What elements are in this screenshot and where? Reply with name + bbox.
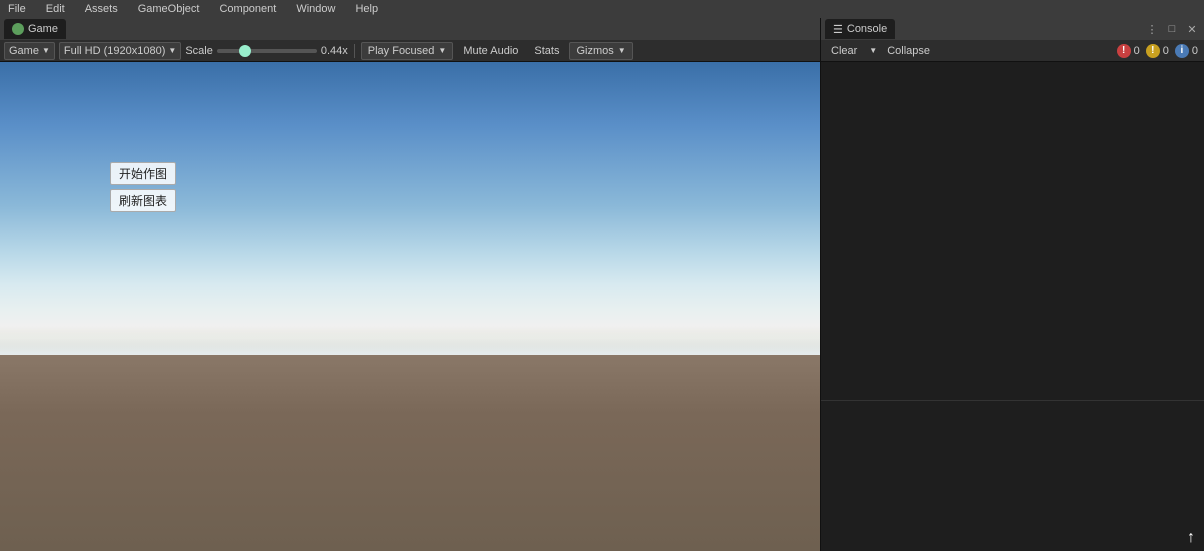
- warning-icon: !: [1146, 44, 1160, 58]
- scale-track[interactable]: [217, 49, 317, 53]
- console-main[interactable]: [821, 62, 1204, 400]
- resolution-arrow-icon: ▼: [168, 46, 176, 55]
- info-count: 0: [1192, 45, 1198, 57]
- refresh-chart-button[interactable]: 刷新图表: [110, 189, 176, 212]
- console-toolbar: Clear ▼ Collapse ! 0 ! 0 i 0: [821, 40, 1204, 62]
- game-panel: Game Game ▼ Full HD (1920x1080) ▼ Scale …: [0, 18, 820, 551]
- menu-edit[interactable]: Edit: [42, 3, 69, 15]
- mute-audio-label: Mute Audio: [463, 45, 518, 57]
- play-focused-label: Play Focused: [368, 45, 435, 57]
- clear-button[interactable]: Clear: [827, 44, 861, 58]
- ground-layer: [0, 355, 820, 551]
- console-tab-bar: ☰ Console ⋮ □ ✕: [821, 18, 1204, 40]
- scale-value: 0.44x: [321, 45, 348, 57]
- scale-control: Scale 0.44x: [185, 45, 347, 57]
- error-icon: !: [1117, 44, 1131, 58]
- top-menu-bar: File Edit Assets GameObject Component Wi…: [0, 0, 1204, 18]
- resolution-dropdown[interactable]: Full HD (1920x1080) ▼: [59, 42, 181, 60]
- stats-label: Stats: [534, 45, 559, 57]
- console-panel: ☰ Console ⋮ □ ✕ Clear ▼ Collapse ! 0: [820, 18, 1204, 551]
- console-tab-label: Console: [847, 23, 887, 35]
- play-focused-arrow-icon: ▼: [438, 46, 446, 55]
- game-tab-bar: Game: [0, 18, 820, 40]
- error-count: 0: [1134, 45, 1140, 57]
- play-focused-button[interactable]: Play Focused ▼: [361, 42, 454, 60]
- gizmos-arrow-icon: ▼: [618, 46, 626, 55]
- start-drawing-button[interactable]: 开始作图: [110, 162, 176, 185]
- menu-gameobject[interactable]: GameObject: [134, 3, 204, 15]
- resolution-value: Full HD (1920x1080): [64, 45, 166, 57]
- game-viewport[interactable]: 开始作图 刷新图表: [0, 62, 820, 551]
- menu-file[interactable]: File: [4, 3, 30, 15]
- console-more-button[interactable]: ⋮: [1144, 21, 1160, 37]
- gizmos-label: Gizmos: [576, 45, 613, 57]
- console-detail[interactable]: ↑: [821, 401, 1204, 551]
- menu-component[interactable]: Component: [215, 3, 280, 15]
- warning-count: 0: [1163, 45, 1169, 57]
- console-tab[interactable]: ☰ Console: [825, 19, 895, 39]
- gizmos-button[interactable]: Gizmos ▼: [569, 42, 632, 60]
- menu-help[interactable]: Help: [351, 3, 382, 15]
- console-tab-icon: ☰: [833, 23, 843, 36]
- warning-badge: ! 0: [1146, 44, 1169, 58]
- menu-window[interactable]: Window: [292, 3, 339, 15]
- error-badge: ! 0: [1117, 44, 1140, 58]
- info-badge: i 0: [1175, 44, 1198, 58]
- scale-label: Scale: [185, 45, 213, 57]
- game-toolbar: Game ▼ Full HD (1920x1080) ▼ Scale 0.44x…: [0, 40, 820, 62]
- console-badges: ! 0 ! 0 i 0: [1117, 44, 1198, 58]
- console-tab-actions: ⋮ □ ✕: [1144, 21, 1200, 37]
- console-maximize-button[interactable]: □: [1164, 21, 1180, 37]
- display-value: Game: [9, 45, 39, 57]
- collapse-button[interactable]: Collapse: [883, 44, 934, 58]
- clear-dropdown[interactable]: ▼: [867, 46, 877, 55]
- console-close-button[interactable]: ✕: [1184, 21, 1200, 37]
- game-tab[interactable]: Game: [4, 19, 66, 39]
- cursor-symbol-icon: ↑: [1187, 530, 1195, 546]
- info-icon: i: [1175, 44, 1189, 58]
- main-content: Game Game ▼ Full HD (1920x1080) ▼ Scale …: [0, 18, 1204, 551]
- mute-audio-button[interactable]: Mute Audio: [457, 42, 524, 60]
- game-icon: [12, 23, 24, 35]
- stats-button[interactable]: Stats: [528, 42, 565, 60]
- display-arrow-icon: ▼: [42, 46, 50, 55]
- viewport-ui: 开始作图 刷新图表: [110, 162, 176, 212]
- menu-assets[interactable]: Assets: [81, 3, 122, 15]
- display-dropdown[interactable]: Game ▼: [4, 42, 55, 60]
- scale-thumb: [239, 45, 251, 57]
- cursor-indicator: ↑: [1186, 533, 1196, 543]
- toolbar-sep-1: [354, 44, 355, 58]
- game-tab-label: Game: [28, 23, 58, 35]
- clear-arrow-icon: ▼: [869, 46, 877, 55]
